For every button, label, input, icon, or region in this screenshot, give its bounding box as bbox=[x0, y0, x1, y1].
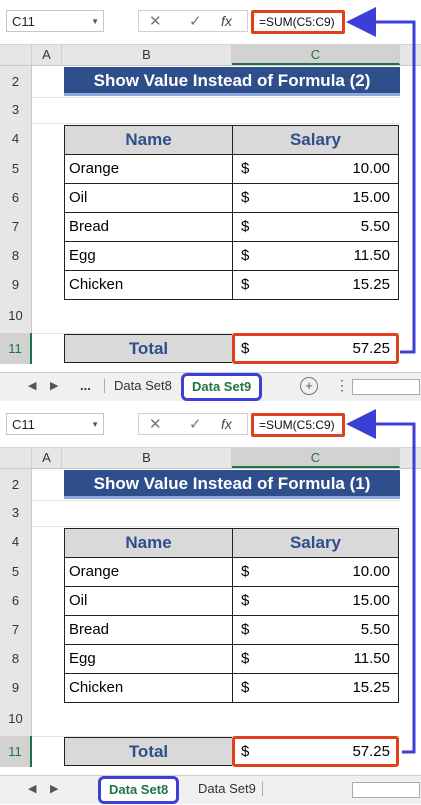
arrow-top bbox=[346, 7, 416, 354]
annotation-arrows bbox=[346, 7, 416, 754]
arrow-bottom bbox=[346, 409, 416, 754]
